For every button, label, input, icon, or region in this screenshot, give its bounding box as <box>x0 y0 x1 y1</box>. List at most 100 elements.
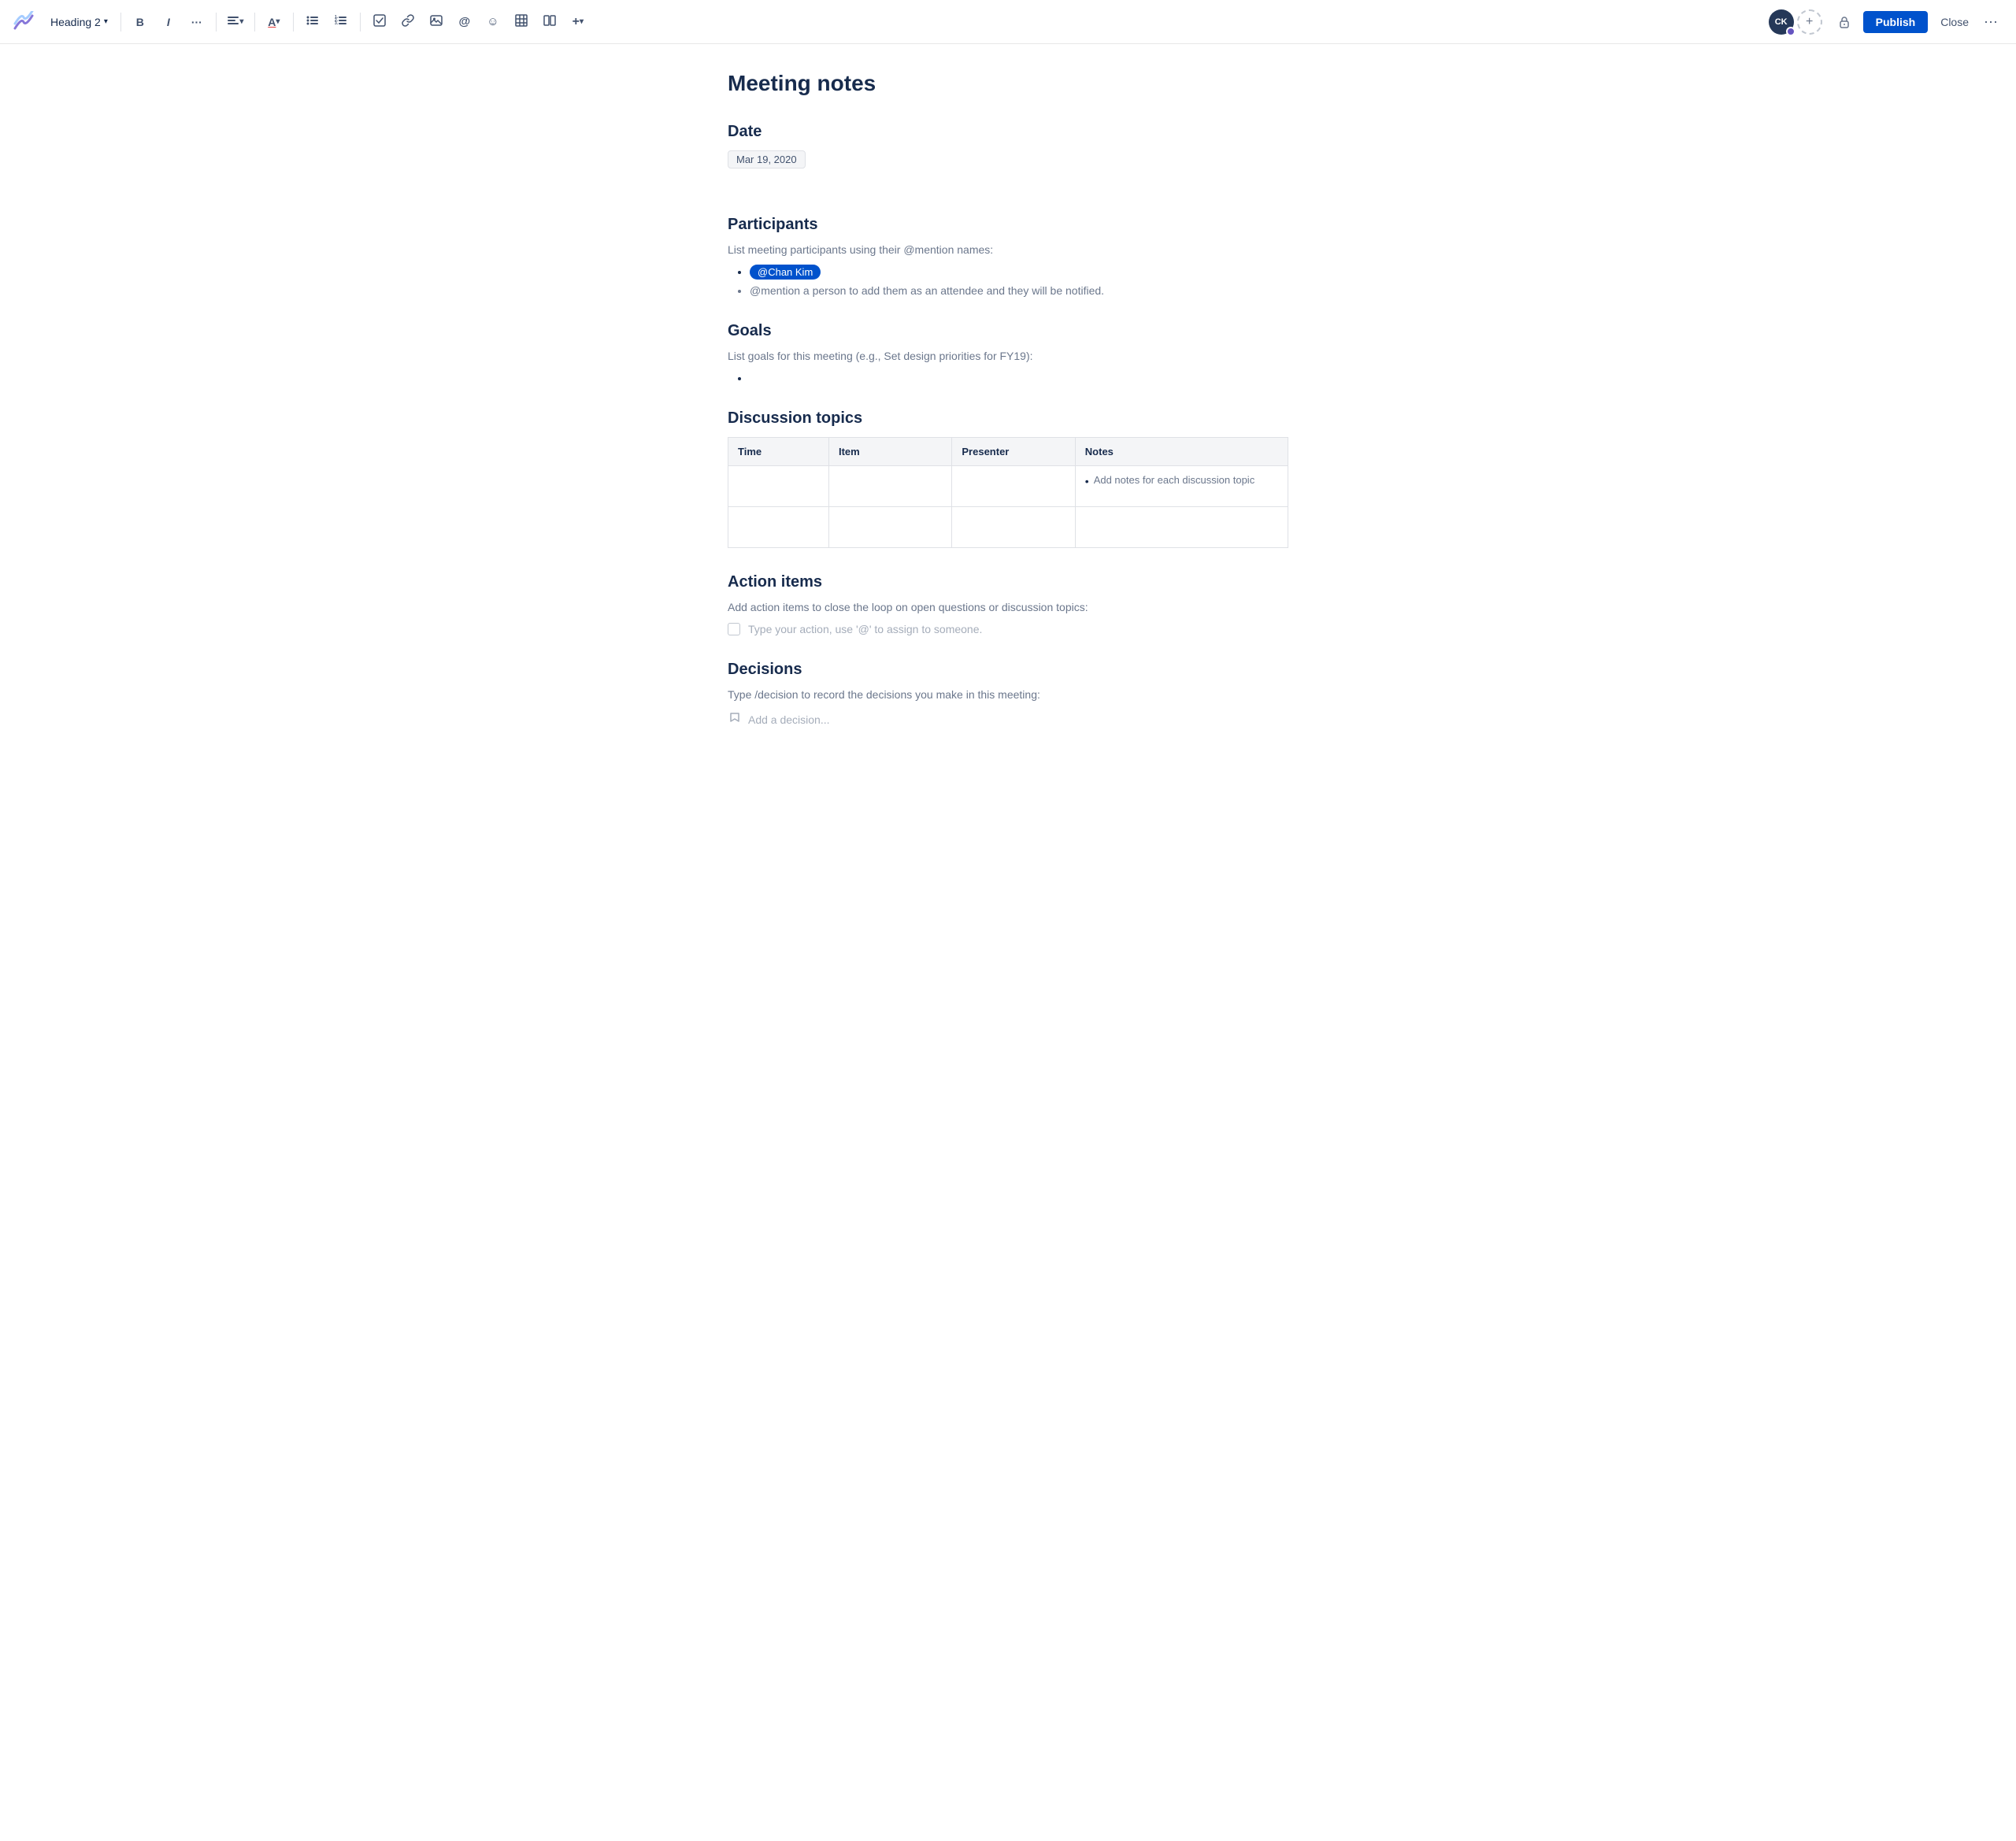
task-button[interactable] <box>367 9 392 35</box>
decisions-helper: Type /decision to record the decisions y… <box>728 688 1288 701</box>
mention-icon: @ <box>459 15 471 28</box>
list-item: @mention a person to add them as an atte… <box>750 284 1288 297</box>
goals-section: Goals List goals for this meeting (e.g.,… <box>728 322 1288 384</box>
mention-button[interactable]: @ <box>452 9 477 35</box>
action-placeholder[interactable]: Type your action, use '@' to assign to s… <box>748 623 982 635</box>
action-items-helper: Add action items to close the loop on op… <box>728 601 1288 613</box>
more-insert-button[interactable]: + ▾ <box>565 9 591 35</box>
collaborators-group: CK + <box>1769 9 1822 35</box>
toolbar: Heading 2 ▾ B I ··· ▾ A ▾ <box>0 0 2016 44</box>
bold-button[interactable]: B <box>128 9 153 35</box>
participants-heading: Participants <box>728 216 1288 234</box>
date-heading: Date <box>728 123 1288 141</box>
more-options-icon: ··· <box>1984 13 1998 30</box>
align-chevron-icon: ▾ <box>239 17 243 26</box>
heading-style-selector[interactable]: Heading 2 ▾ <box>44 13 114 31</box>
color-chevron-icon: ▾ <box>276 17 280 26</box>
heading-chevron-icon: ▾ <box>104 17 108 26</box>
toolbar-divider-5 <box>360 13 361 31</box>
list-item[interactable] <box>750 372 1288 384</box>
table-cell-item[interactable] <box>828 507 951 548</box>
goals-list <box>728 372 1288 384</box>
table-cell-item[interactable] <box>828 466 951 507</box>
decisions-section: Decisions Type /decision to record the d… <box>728 661 1288 728</box>
link-button[interactable] <box>395 9 421 35</box>
add-collaborator-icon: + <box>1806 15 1813 29</box>
bullet-list-icon <box>306 14 319 29</box>
mention-tag[interactable]: @Chan Kim <box>750 265 821 280</box>
decision-row: Add a decision... <box>728 710 1288 728</box>
avatar-badge <box>1786 27 1796 36</box>
toolbar-divider-4 <box>293 13 294 31</box>
participants-hint: @mention a person to add them as an atte… <box>750 284 1104 297</box>
lock-button[interactable] <box>1832 9 1857 35</box>
decision-placeholder[interactable]: Add a decision... <box>748 713 830 726</box>
bullet-list-button[interactable] <box>300 9 325 35</box>
table-header-time: Time <box>728 438 829 466</box>
svg-text:3.: 3. <box>335 21 339 26</box>
lock-icon <box>1837 15 1851 29</box>
more-format-button[interactable]: ··· <box>184 9 209 35</box>
table-cell-presenter[interactable] <box>952 507 1075 548</box>
action-items-heading: Action items <box>728 573 1288 591</box>
image-icon <box>430 14 443 29</box>
ordered-list-button[interactable]: 1. 2. 3. <box>328 9 354 35</box>
close-button[interactable]: Close <box>1934 11 1975 33</box>
date-section: Date Mar 19, 2020 <box>728 123 1288 191</box>
toolbar-divider-1 <box>120 13 121 31</box>
table-button[interactable] <box>509 9 534 35</box>
participants-list: @Chan Kim @mention a person to add them … <box>728 265 1288 297</box>
table-header-notes: Notes <box>1075 438 1288 466</box>
columns-icon <box>543 14 556 29</box>
goals-helper: List goals for this meeting (e.g., Set d… <box>728 350 1288 362</box>
discussion-table: Time Item Presenter Notes Add notes for … <box>728 437 1288 548</box>
text-color-button[interactable]: A ▾ <box>261 9 287 35</box>
add-collaborator-button[interactable]: + <box>1797 9 1822 35</box>
participants-section: Participants List meeting participants u… <box>728 216 1288 297</box>
italic-icon: I <box>167 16 170 28</box>
table-icon <box>515 14 528 29</box>
table-row[interactable] <box>728 507 1288 548</box>
toolbar-divider-3 <box>254 13 255 31</box>
emoji-icon: ☺ <box>487 15 498 28</box>
table-header-item: Item <box>828 438 951 466</box>
discussion-heading: Discussion topics <box>728 409 1288 428</box>
image-button[interactable] <box>424 9 449 35</box>
more-options-button[interactable]: ··· <box>1978 9 2003 35</box>
app-logo <box>13 11 35 33</box>
task-icon <box>373 14 386 29</box>
more-insert-icon: + <box>573 15 580 29</box>
participants-helper: List meeting participants using their @m… <box>728 243 1288 256</box>
user-avatar[interactable]: CK <box>1769 9 1794 35</box>
action-item-row: Type your action, use '@' to assign to s… <box>728 623 1288 635</box>
emoji-button[interactable]: ☺ <box>480 9 506 35</box>
table-cell-notes[interactable]: Add notes for each discussion topic <box>1075 466 1288 507</box>
goals-heading: Goals <box>728 322 1288 340</box>
align-icon <box>227 14 239 29</box>
table-cell-presenter[interactable] <box>952 466 1075 507</box>
table-cell-time[interactable] <box>728 507 829 548</box>
document-content: Meeting notes Date Mar 19, 2020 Particip… <box>709 44 1307 817</box>
discussion-section: Discussion topics Time Item Presenter No… <box>728 409 1288 548</box>
decision-icon <box>728 710 742 728</box>
table-cell-time[interactable] <box>728 466 829 507</box>
columns-button[interactable] <box>537 9 562 35</box>
italic-button[interactable]: I <box>156 9 181 35</box>
close-label: Close <box>1940 16 1969 28</box>
avatar-initials: CK <box>1775 17 1788 27</box>
publish-button[interactable]: Publish <box>1863 11 1929 33</box>
table-header-presenter: Presenter <box>952 438 1075 466</box>
table-note-content: Add notes for each discussion topic <box>1085 474 1278 487</box>
align-button[interactable]: ▾ <box>223 9 248 35</box>
table-row[interactable]: Add notes for each discussion topic <box>728 466 1288 507</box>
list-item: @Chan Kim <box>750 265 1288 278</box>
more-format-icon: ··· <box>191 16 202 28</box>
table-cell-notes[interactable] <box>1075 507 1288 548</box>
document-title[interactable]: Meeting notes <box>728 69 1288 98</box>
table-header-row: Time Item Presenter Notes <box>728 438 1288 466</box>
action-checkbox[interactable] <box>728 623 740 635</box>
action-items-section: Action items Add action items to close t… <box>728 573 1288 635</box>
date-value[interactable]: Mar 19, 2020 <box>728 150 806 169</box>
ordered-list-icon: 1. 2. 3. <box>335 14 347 29</box>
more-insert-chevron: ▾ <box>580 17 584 26</box>
